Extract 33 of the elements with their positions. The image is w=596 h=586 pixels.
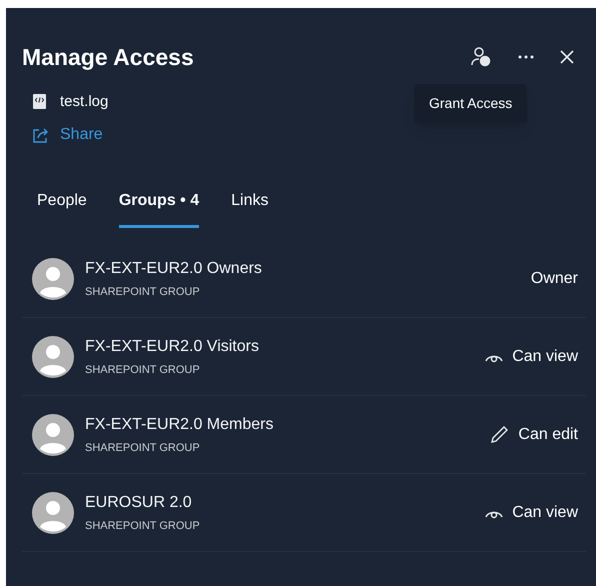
group-name: EUROSUR 2.0	[85, 492, 193, 513]
share-icon	[32, 127, 49, 143]
panel-title: Manage Access	[22, 43, 195, 72]
group-type: SHAREPOINT GROUP	[85, 284, 201, 300]
tab[interactable]: Links	[231, 189, 268, 228]
avatar-icon	[32, 258, 74, 300]
group-row[interactable]: FX-EXT-EUR2.0 Members SHAREPOINT GROUP Can edit	[22, 396, 586, 474]
group-row[interactable]: FX-EXT-EUR2.0 Visitors SHAREPOINT GROUP Can view	[22, 318, 586, 396]
code-file-icon	[32, 93, 47, 110]
group-name: FX-EXT-EUR2.0 Members	[85, 414, 274, 435]
permission-label: Can view	[512, 346, 578, 366]
group-type: SHAREPOINT GROUP	[85, 440, 201, 456]
avatar-icon	[32, 414, 74, 456]
permission-label: Can edit	[518, 424, 578, 444]
tab[interactable]: People	[37, 189, 87, 228]
add-person-icon[interactable]	[470, 46, 492, 68]
group-type: SHAREPOINT GROUP	[85, 518, 201, 534]
group-name: FX-EXT-EUR2.0 Visitors	[85, 336, 260, 357]
pencil-icon	[490, 425, 510, 444]
permission-label: Can view	[512, 502, 578, 522]
tab[interactable]: Groups • 4	[118, 189, 200, 228]
group-name: FX-EXT-EUR2.0 Owners	[85, 258, 263, 279]
tooltip: Grant Access	[414, 84, 528, 123]
group-type: SHAREPOINT GROUP	[85, 362, 201, 378]
avatar-icon	[32, 492, 74, 534]
group-row[interactable]: EUROSUR 2.0 SHAREPOINT GROUP Can view	[22, 474, 586, 552]
close-icon[interactable]	[560, 50, 574, 64]
group-row[interactable]: FX-EXT-EUR2.0 Owners SHAREPOINT GROUP Owner	[22, 240, 586, 318]
permission-label: Owner	[530, 268, 578, 288]
avatar-icon	[32, 336, 74, 378]
share-link[interactable]: Share	[32, 123, 103, 147]
more-icon[interactable]	[518, 55, 534, 60]
file-name: test.log	[60, 92, 108, 112]
